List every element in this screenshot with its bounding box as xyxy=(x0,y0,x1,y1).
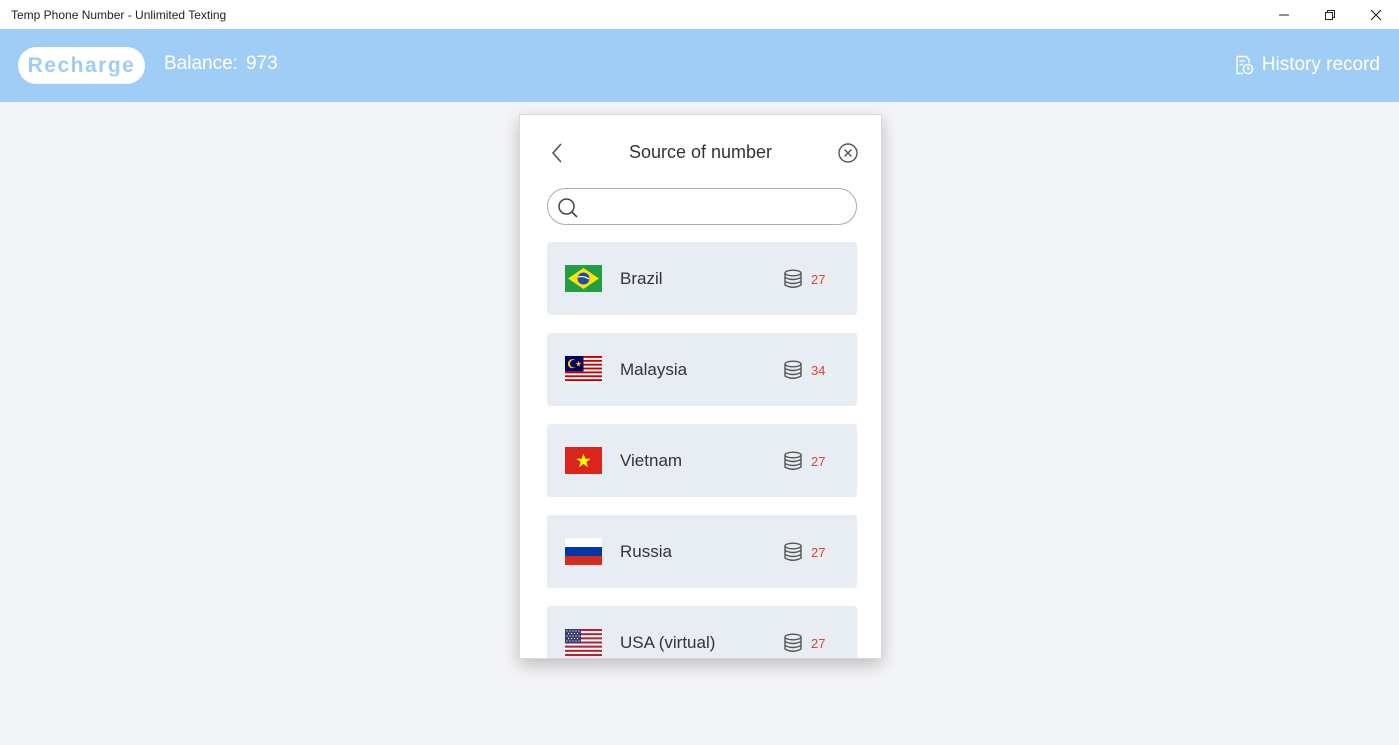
history-label: History record xyxy=(1261,54,1380,75)
price-value: 27 xyxy=(811,545,826,560)
search-icon xyxy=(558,198,578,218)
price-value: 27 xyxy=(811,272,826,287)
source-of-number-dialog: Source of number Brazil 27 Malaysia 34 V… xyxy=(519,114,882,659)
minimize-button[interactable] xyxy=(1261,0,1307,29)
close-button[interactable] xyxy=(1353,0,1399,29)
country-name: USA (virtual) xyxy=(620,633,716,652)
recharge-button[interactable]: Recharge xyxy=(18,47,145,84)
balance-value: 973 xyxy=(245,53,278,74)
price-value: 34 xyxy=(811,363,826,378)
search-input[interactable] xyxy=(588,193,843,220)
coins-icon xyxy=(784,542,802,561)
restore-icon xyxy=(1325,9,1335,20)
coins-icon xyxy=(784,269,802,288)
malaysia-flag-icon xyxy=(565,356,602,383)
balance-display: Balance: 973 xyxy=(164,53,278,75)
minimize-icon xyxy=(1279,14,1289,15)
list-item[interactable]: Vietnam 27 xyxy=(547,424,857,497)
balance-label: Balance: xyxy=(164,53,238,74)
vietnam-flag-icon xyxy=(565,447,602,474)
coins-icon xyxy=(784,451,802,470)
country-name: Russia xyxy=(620,542,672,561)
coins-icon xyxy=(784,633,802,652)
list-item[interactable]: Russia 27 xyxy=(547,515,857,588)
brazil-flag-icon xyxy=(565,265,602,292)
dialog-title: Source of number xyxy=(628,142,773,162)
list-item[interactable]: USA (virtual) 27 xyxy=(547,606,857,658)
dialog-close-button[interactable] xyxy=(837,142,859,164)
search-box xyxy=(547,188,857,225)
price-value: 27 xyxy=(811,454,826,469)
list-item[interactable]: Brazil 27 xyxy=(547,242,857,315)
price-value: 27 xyxy=(811,636,826,651)
window-title: Temp Phone Number - Unlimited Texting xyxy=(11,7,227,22)
country-name: Brazil xyxy=(620,269,663,288)
country-name: Vietnam xyxy=(620,451,683,470)
window-controls xyxy=(1261,0,1399,29)
country-name: Malaysia xyxy=(620,360,688,379)
title-bar: Temp Phone Number - Unlimited Texting xyxy=(0,0,1399,29)
app-header: Recharge Balance: 973 History record xyxy=(0,29,1399,102)
usa-flag-icon xyxy=(565,629,602,656)
list-item[interactable]: Malaysia 34 xyxy=(547,333,857,406)
russia-flag-icon xyxy=(565,538,602,565)
restore-button[interactable] xyxy=(1307,0,1353,29)
coins-icon xyxy=(784,360,802,379)
close-circle-icon xyxy=(838,143,858,163)
history-record-button[interactable]: History record xyxy=(1234,54,1380,76)
history-icon xyxy=(1236,55,1254,75)
close-icon xyxy=(1371,9,1381,20)
